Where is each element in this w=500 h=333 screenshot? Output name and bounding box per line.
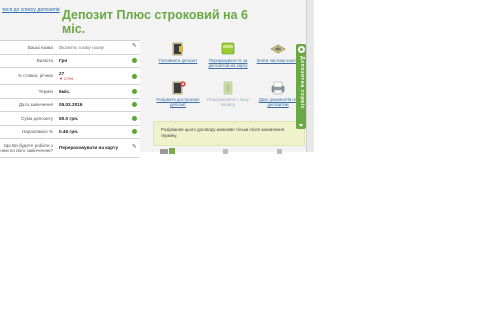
property-row-name: Ваша назва Вкажіть назву назву ✎ <box>0 41 140 55</box>
property-value: 0.46 грн. <box>59 129 79 134</box>
currency-icon <box>220 81 236 95</box>
property-value: Перераховувати на карту <box>59 145 119 151</box>
printer-icon <box>270 81 286 95</box>
rate-value: 27 <box>59 70 65 76</box>
notice-box: Розірвання цього договору можливе тільки… <box>153 121 305 146</box>
property-value: 50.0 грн. <box>59 115 79 121</box>
action-transfer-interest[interactable]: Перерахувати % за депозитом на карту <box>200 42 256 68</box>
withdraw-icon <box>270 42 286 56</box>
deposit-panel: тися до списку депозитів Депозит Плюс ст… <box>0 0 314 158</box>
property-row-maturity-action: Що Ви будете робити з ним по його закінч… <box>0 139 140 158</box>
property-row-currency: Валюта Грн <box>0 55 140 68</box>
chevron-down-icon <box>299 124 303 127</box>
property-value: Вкажіть назву назву <box>59 44 104 50</box>
action-convert-currency: Перерахувати з іншу валюту <box>200 81 256 107</box>
deposit-service-widget[interactable]: Депозитна сервіс <box>296 44 306 129</box>
deposit-properties: Ваша назва Вкажіть назву назву ✎ Валюта … <box>0 40 140 158</box>
property-label: Сума депозиту <box>21 115 53 121</box>
partial-action-icon <box>223 149 228 154</box>
action-label: Перерахувати % за депозитом на карту <box>208 58 248 68</box>
property-label: % ставка, річних <box>17 73 53 79</box>
property-row-end-date: Дата закінчення 05.02.2016 <box>0 99 140 112</box>
property-label: Дата закінчення <box>18 102 53 107</box>
card-transfer-icon <box>220 42 236 56</box>
page-title: Депозит Плюс строковий на 6 міс. <box>62 8 248 36</box>
info-icon[interactable] <box>132 115 137 121</box>
property-row-term: Термін 6міс. <box>0 85 140 99</box>
property-value: 6міс. <box>59 88 71 94</box>
action-label: Перерахувати з іншу валюту <box>207 97 249 107</box>
action-label: Розірвати достроково депозит <box>156 97 200 107</box>
property-label: Що Ви будете робити з ним по його закінч… <box>0 142 53 154</box>
close-deposit-icon <box>170 81 186 95</box>
property-value: 05.02.2016 <box>59 102 83 107</box>
rate-change: ▼ 2.9% <box>59 76 74 81</box>
property-label: Ваша назва <box>27 44 53 50</box>
partial-action-icon <box>277 149 282 154</box>
back-to-deposits-link[interactable]: тися до списку депозитів <box>2 7 60 13</box>
property-row-accrued: Нараховано % 0.46 грн. <box>0 126 140 139</box>
action-top-up[interactable]: Поповнити депозит <box>150 42 206 63</box>
pencil-icon[interactable]: ✎ <box>132 44 137 50</box>
property-label: Валюта <box>36 58 53 63</box>
action-close-early[interactable]: Розірвати достроково депозит <box>150 81 206 107</box>
property-value: Грн <box>59 58 68 63</box>
property-value: 27 ▼ 2.9% <box>56 71 140 82</box>
vertical-scrollbar[interactable] <box>306 0 314 152</box>
property-row-amount: Сума депозиту 50.0 грн. <box>0 112 140 126</box>
partial-action-icon <box>160 148 175 154</box>
info-icon[interactable] <box>132 88 137 94</box>
wallet-icon <box>170 42 186 56</box>
pencil-icon[interactable]: ✎ <box>132 144 137 150</box>
property-label: Термін <box>38 88 53 94</box>
action-label: Поповнити депозит <box>158 58 198 63</box>
gear-icon <box>297 46 305 53</box>
widget-label: Депозитна сервіс <box>299 56 305 110</box>
info-icon[interactable] <box>132 73 137 79</box>
property-label: Нараховано % <box>21 129 53 134</box>
property-row-rate: % ставка, річних 27 ▼ 2.9% <box>0 68 140 85</box>
